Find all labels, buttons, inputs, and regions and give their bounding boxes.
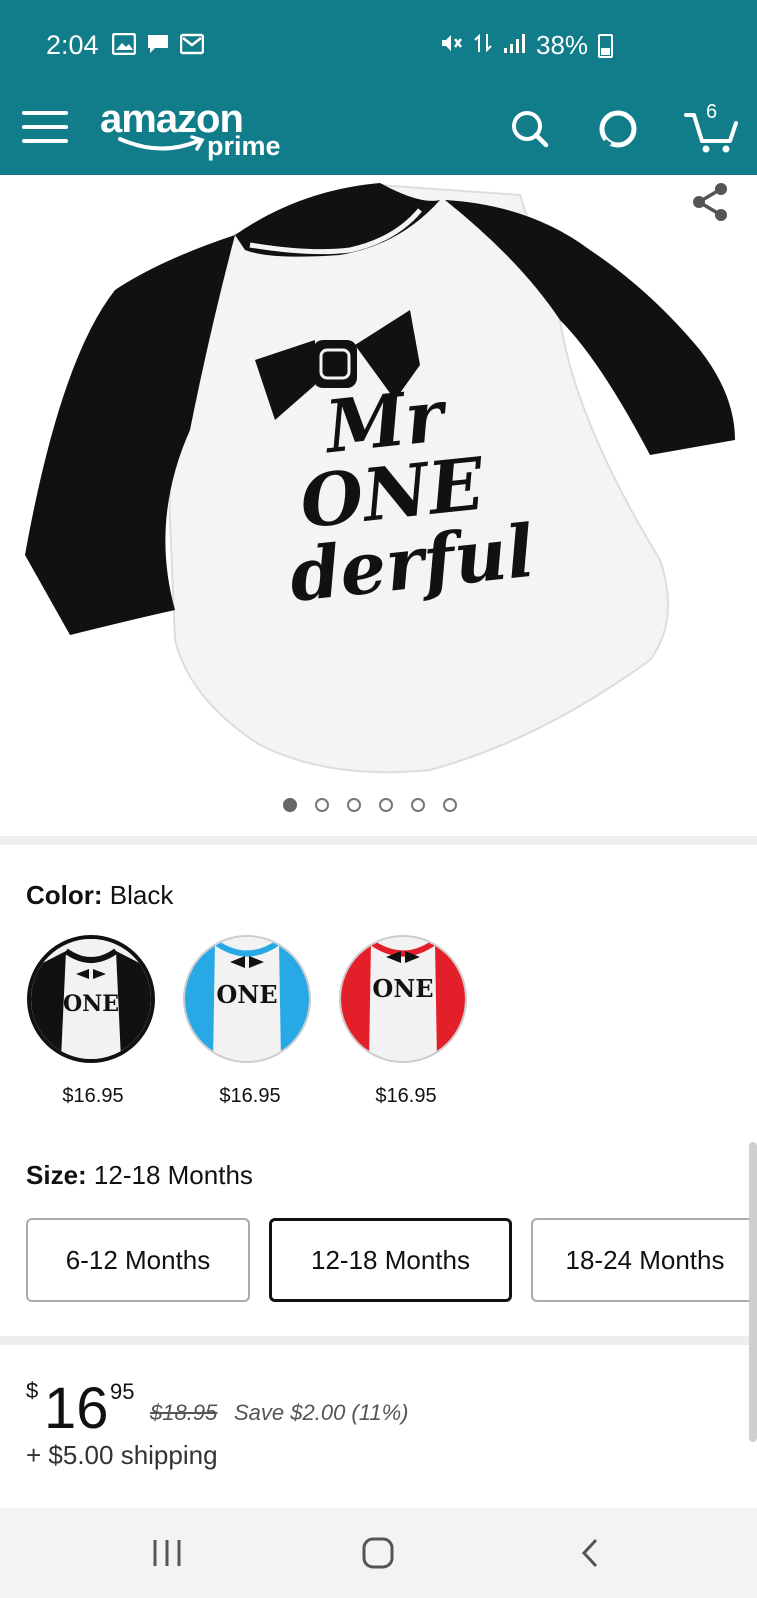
section-divider	[0, 836, 757, 845]
amazon-prime-logo[interactable]: amazon prime	[100, 97, 290, 167]
smile-icon	[118, 135, 205, 151]
home-button[interactable]	[361, 1536, 395, 1575]
size-selected-value: 12-18 Months	[93, 1160, 253, 1190]
status-left-icons	[111, 32, 205, 60]
battery-icon	[598, 33, 614, 58]
product-image[interactable]: Mr ONE derful	[0, 175, 757, 795]
alexa-icon	[599, 110, 637, 150]
search-icon	[512, 111, 549, 148]
carousel-dot[interactable]	[283, 798, 297, 812]
message-icon	[146, 33, 170, 60]
color-swatch-black[interactable]: ONE	[27, 935, 155, 1063]
cart-count: 6	[706, 101, 718, 123]
image-carousel-dots	[283, 798, 457, 812]
shipping-cost: + $5.00 shipping	[26, 1440, 218, 1470]
share-button[interactable]	[690, 182, 730, 222]
mail-icon	[179, 33, 205, 60]
menu-button[interactable]	[22, 107, 68, 147]
blue-shirt-thumbnail: ONE	[185, 937, 309, 1061]
cart-button[interactable]: 6	[684, 101, 740, 153]
image-icon	[111, 32, 137, 60]
status-right: 38%	[440, 30, 614, 61]
status-bar: 2:04 38%	[0, 0, 757, 95]
carousel-dot[interactable]	[315, 798, 329, 812]
color-selected-value: Black	[109, 880, 174, 910]
scrollbar[interactable]	[749, 1142, 757, 1442]
color-label: Color: Black	[26, 880, 173, 911]
signal-icon	[502, 30, 526, 61]
size-option-12-18[interactable]: 12-18 Months	[269, 1218, 512, 1302]
size-label: Size: 12-18 Months	[26, 1160, 253, 1191]
section-divider	[0, 1336, 757, 1345]
logo-prime: prime	[207, 131, 281, 161]
status-time: 2:04	[46, 30, 99, 60]
app-header: amazon prime 6	[0, 95, 757, 175]
color-swatch-blue[interactable]: ONE	[183, 935, 311, 1063]
price-currency: $	[26, 1378, 39, 1403]
recent-apps-icon	[153, 1540, 181, 1566]
color-price: $16.95	[219, 1085, 281, 1107]
price-cents: 95	[110, 1379, 135, 1404]
red-shirt-thumbnail: ONE	[341, 937, 465, 1061]
svg-text:ONE: ONE	[216, 980, 277, 1009]
search-button[interactable]	[508, 107, 552, 151]
svg-text:ONE: ONE	[372, 974, 433, 1003]
carousel-dot[interactable]	[411, 798, 425, 812]
back-button[interactable]	[574, 1536, 608, 1575]
price-dollars: 16	[44, 1376, 109, 1441]
carousel-dot[interactable]	[379, 798, 393, 812]
color-swatch-red[interactable]: ONE	[339, 935, 467, 1063]
home-icon	[362, 1537, 394, 1569]
recent-apps-button[interactable]	[150, 1536, 184, 1575]
carousel-dot[interactable]	[347, 798, 361, 812]
system-nav-bar	[0, 1508, 757, 1598]
share-icon	[693, 183, 727, 221]
network-icon	[474, 30, 492, 61]
color-label-key: Color:	[26, 880, 103, 910]
shirt-graphic-text: Mr ONE derful	[285, 372, 538, 618]
size-label-key: Size:	[26, 1160, 87, 1190]
size-option-6-12[interactable]: 6-12 Months	[26, 1218, 250, 1302]
battery-percent: 38%	[536, 30, 589, 60]
size-option-18-24[interactable]: 18-24 Months	[531, 1218, 757, 1302]
black-shirt-thumbnail: ONE	[31, 939, 151, 1059]
alexa-button[interactable]	[596, 107, 640, 151]
mute-icon	[440, 30, 464, 61]
color-price: $16.95	[62, 1085, 124, 1107]
list-price: $18.95	[150, 1400, 218, 1425]
back-icon	[581, 1538, 598, 1568]
color-price: $16.95	[375, 1085, 437, 1107]
savings-text: Save $2.00 (11%)	[234, 1400, 409, 1425]
svg-text:ONE: ONE	[63, 991, 119, 1017]
carousel-dot[interactable]	[443, 798, 457, 812]
